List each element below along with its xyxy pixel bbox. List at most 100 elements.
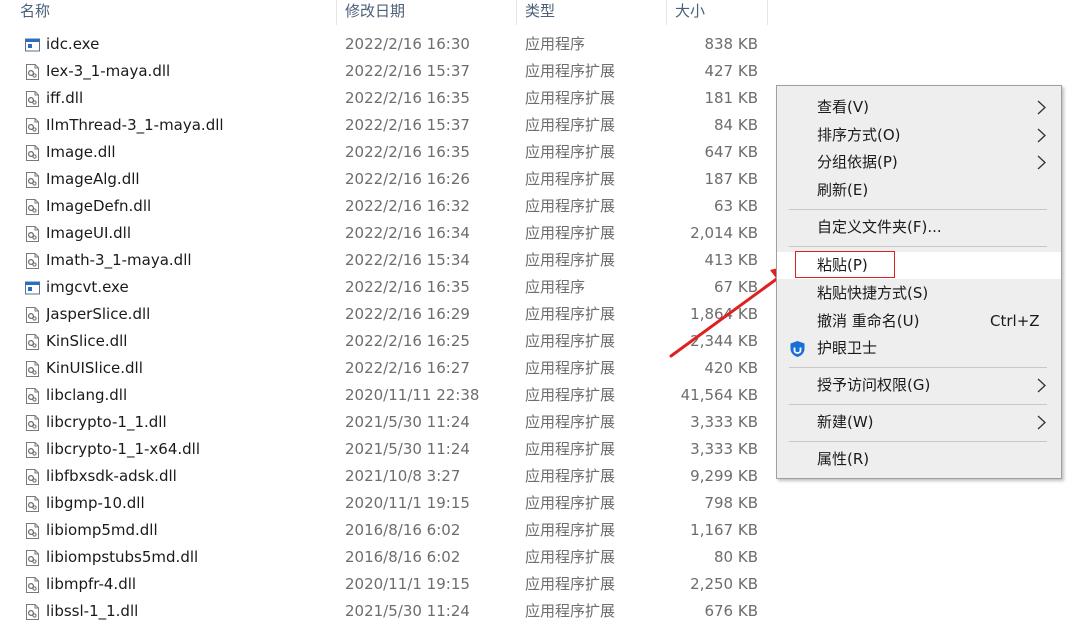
menu-item-sort-label: 排序方式(O) xyxy=(817,126,901,144)
file-size: 2,250 KB xyxy=(690,575,758,593)
file-row[interactable]: idc.exe 2022/2/16 16:30 应用程序 838 KB xyxy=(0,31,768,58)
file-row[interactable]: IlmThread-3_1-maya.dll 2022/2/16 15:37 应用程… xyxy=(0,112,768,139)
paste-highlight-box xyxy=(795,251,895,278)
file-row[interactable]: KinSlice.dll 2022/2/16 16:25 应用程序扩展 2,344 K… xyxy=(0,328,768,355)
column-header-name[interactable]: 名称 xyxy=(12,0,337,25)
file-date: 2022/2/16 16:26 xyxy=(345,170,470,188)
file-name: Imath-3_1-maya.dll xyxy=(46,251,192,269)
file-date: 2022/2/16 16:25 xyxy=(345,332,470,350)
menu-item-view-label: 查看(V) xyxy=(817,98,869,116)
file-name: KinSlice.dll xyxy=(46,332,128,350)
menu-item-refresh-label: 刷新(E) xyxy=(817,181,869,199)
dll-icon xyxy=(25,247,41,274)
file-type: 应用程序扩展 xyxy=(525,413,616,431)
menu-item-group[interactable]: 分组依据(P) xyxy=(777,149,1061,176)
menu-item-sort[interactable]: 排序方式(O) xyxy=(777,122,1061,149)
column-header-size[interactable]: 大小 xyxy=(667,0,768,25)
file-type: 应用程序扩展 xyxy=(525,575,616,593)
file-row[interactable]: Image.dll 2022/2/16 16:35 应用程序扩展 647 KB xyxy=(0,139,768,166)
menu-item-new-label: 新建(W) xyxy=(817,413,874,431)
file-type: 应用程序扩展 xyxy=(525,224,616,242)
file-type: 应用程序扩展 xyxy=(525,494,616,512)
dll-icon xyxy=(25,517,41,544)
file-row[interactable]: ImageAlg.dll 2022/2/16 16:26 应用程序扩展 187 KB xyxy=(0,166,768,193)
column-header-bar: 名称 修改日期 类型 大小 xyxy=(0,0,768,25)
file-name: Image.dll xyxy=(46,143,116,161)
menu-item-properties[interactable]: 属性(R) xyxy=(777,446,1061,473)
file-row[interactable]: Iex-3_1-maya.dll 2022/2/16 15:37 应用程序扩展 427… xyxy=(0,58,768,85)
menu-item-undo-shortcut: Ctrl+Z xyxy=(990,312,1040,330)
file-name: ImageUI.dll xyxy=(46,224,132,242)
file-size: 798 KB xyxy=(704,494,758,512)
menu-item-customize-folder[interactable]: 自定义文件夹(F)... xyxy=(777,214,1061,241)
column-header-date[interactable]: 修改日期 xyxy=(337,0,517,25)
menu-item-new[interactable]: 新建(W) xyxy=(777,409,1061,436)
file-date: 2021/5/30 11:24 xyxy=(345,602,470,620)
dll-icon xyxy=(25,193,41,220)
file-date: 2016/8/16 6:02 xyxy=(345,521,461,539)
file-row[interactable]: libfbxsdk-adsk.dll 2021/10/8 3:27 应用程序扩展 9,… xyxy=(0,463,768,490)
file-row[interactable]: KinUISlice.dll 2022/2/16 16:27 应用程序扩展 420 K… xyxy=(0,355,768,382)
file-name: iff.dll xyxy=(46,89,84,107)
file-type: 应用程序扩展 xyxy=(525,359,616,377)
file-type: 应用程序扩展 xyxy=(525,386,616,404)
file-row[interactable]: iff.dll 2022/2/16 16:35 应用程序扩展 181 KB xyxy=(0,85,768,112)
file-row[interactable]: ImageDefn.dll 2022/2/16 16:32 应用程序扩展 63 KB xyxy=(0,193,768,220)
file-name: libfbxsdk-adsk.dll xyxy=(46,467,177,485)
file-size: 181 KB xyxy=(704,89,758,107)
file-row[interactable]: libgmp-10.dll 2020/11/1 19:15 应用程序扩展 798 KB xyxy=(0,490,768,517)
file-row[interactable]: libmpfr-4.dll 2020/11/1 19:15 应用程序扩展 2,250 … xyxy=(0,571,768,598)
menu-item-grant-access[interactable]: 授予访问权限(G) xyxy=(777,372,1061,399)
file-date: 2022/2/16 16:34 xyxy=(345,224,470,242)
file-row[interactable]: libssl-1_1.dll 2021/5/30 11:24 应用程序扩展 676 K… xyxy=(0,598,768,625)
file-date: 2021/5/30 11:24 xyxy=(345,440,470,458)
menu-item-paste-shortcut-label: 粘贴快捷方式(S) xyxy=(817,284,929,302)
file-type: 应用程序扩展 xyxy=(525,521,616,539)
file-row[interactable]: libcrypto-1_1.dll 2021/5/30 11:24 应用程序扩展 3,… xyxy=(0,409,768,436)
file-row[interactable]: JasperSlice.dll 2022/2/16 16:29 应用程序扩展 1,86… xyxy=(0,301,768,328)
menu-item-refresh[interactable]: 刷新(E) xyxy=(777,177,1061,204)
menu-item-paste-shortcut[interactable]: 粘贴快捷方式(S) xyxy=(777,280,1061,307)
menu-separator xyxy=(789,367,1047,368)
file-date: 2022/2/16 16:35 xyxy=(345,143,470,161)
dll-icon xyxy=(25,571,41,598)
dll-icon xyxy=(25,220,41,247)
exe-icon xyxy=(25,31,41,58)
dll-icon xyxy=(25,85,41,112)
file-size: 647 KB xyxy=(704,143,758,161)
file-row[interactable]: Imath-3_1-maya.dll 2022/2/16 15:34 应用程序扩展 4… xyxy=(0,247,768,274)
file-row[interactable]: libclang.dll 2020/11/11 22:38 应用程序扩展 41,564… xyxy=(0,382,768,409)
dll-icon xyxy=(25,463,41,490)
file-size: 41,564 KB xyxy=(680,386,758,404)
menu-item-undo-rename[interactable]: 撤消 重命名(U) Ctrl+Z xyxy=(777,308,1061,335)
menu-separator xyxy=(789,441,1047,442)
dll-icon xyxy=(25,355,41,382)
file-row[interactable]: imgcvt.exe 2022/2/16 16:35 应用程序 67 KB xyxy=(0,274,768,301)
file-name: ImageDefn.dll xyxy=(46,197,152,215)
menu-separator xyxy=(789,404,1047,405)
file-size: 80 KB xyxy=(714,548,758,566)
menu-item-group-label: 分组依据(P) xyxy=(817,153,898,171)
file-size: 676 KB xyxy=(704,602,758,620)
dll-icon xyxy=(25,409,41,436)
file-list: idc.exe 2022/2/16 16:30 应用程序 838 KB Iex-3_1-… xyxy=(0,31,768,625)
menu-item-view[interactable]: 查看(V) xyxy=(777,94,1061,121)
column-header-type[interactable]: 类型 xyxy=(517,0,667,25)
file-name: Iex-3_1-maya.dll xyxy=(46,62,171,80)
dll-icon xyxy=(25,598,41,625)
file-row[interactable]: libiomp5md.dll 2016/8/16 6:02 应用程序扩展 1,167 … xyxy=(0,517,768,544)
file-type: 应用程序扩展 xyxy=(525,197,616,215)
shield-icon xyxy=(790,341,805,357)
menu-item-grant-access-label: 授予访问权限(G) xyxy=(817,376,931,394)
file-row[interactable]: ImageUI.dll 2022/2/16 16:34 应用程序扩展 2,014 KB xyxy=(0,220,768,247)
file-date: 2022/2/16 15:37 xyxy=(345,116,470,134)
file-row[interactable]: libcrypto-1_1-x64.dll 2021/5/30 11:24 应用程序… xyxy=(0,436,768,463)
menu-item-eye-guard[interactable]: 护眼卫士 xyxy=(777,335,1061,362)
dll-icon xyxy=(25,112,41,139)
dll-icon xyxy=(25,436,41,463)
file-date: 2022/2/16 15:37 xyxy=(345,62,470,80)
file-row[interactable]: libiompstubs5md.dll 2016/8/16 6:02 应用程序扩展 8… xyxy=(0,544,768,571)
menu-item-properties-label: 属性(R) xyxy=(817,450,870,468)
file-date: 2022/2/16 16:29 xyxy=(345,305,470,323)
chevron-right-icon xyxy=(1037,415,1046,430)
